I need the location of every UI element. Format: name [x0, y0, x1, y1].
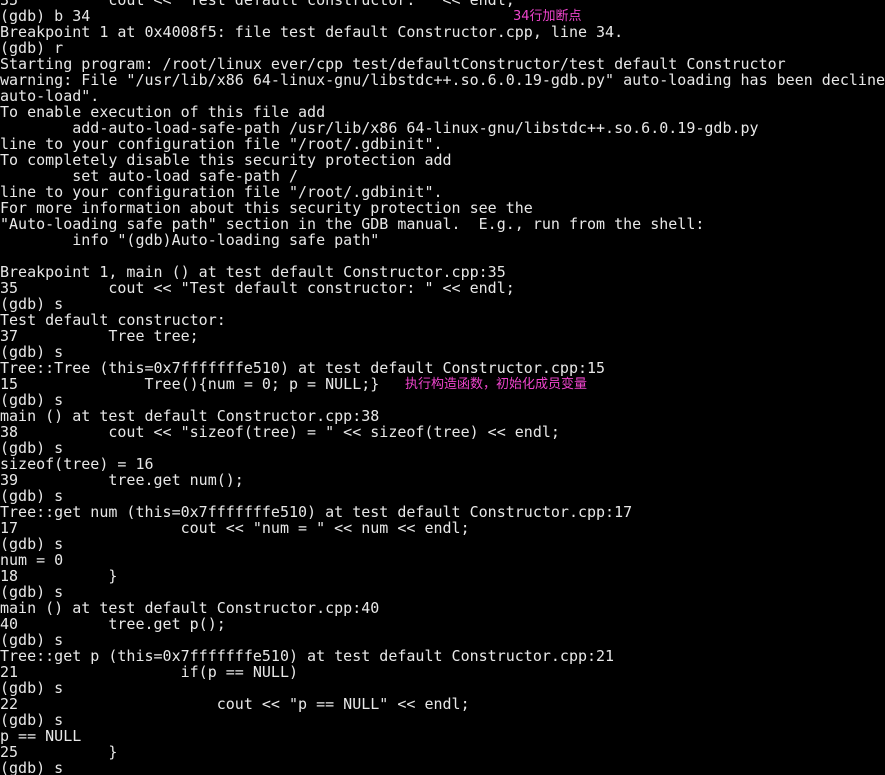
terminal-line: To enable execution of this file add	[0, 104, 326, 120]
terminal-line: (gdb) r	[0, 40, 64, 56]
terminal-line: (gdb) s	[0, 760, 64, 775]
terminal-line: (gdb) s	[0, 296, 64, 312]
terminal-line: auto-load".	[0, 88, 100, 104]
terminal-line: (gdb) s	[0, 392, 64, 408]
terminal-line: (gdb) s	[0, 344, 64, 360]
terminal-line: 37 Tree tree;	[0, 328, 199, 344]
terminal-line: add-auto-load-safe-path /usr/lib/x86_64-…	[0, 120, 759, 136]
terminal-line: 35 cout << "Test default constructor: " …	[0, 0, 885, 8]
terminal-line: (gdb) s	[0, 536, 64, 552]
terminal-line: 35 cout << "Test default constructor: " …	[0, 280, 515, 296]
annotation-breakpoint-note: 34行加断点	[513, 9, 582, 24]
terminal-line: To completely disable this security prot…	[0, 152, 452, 168]
terminal-line: Breakpoint 1 at 0x4008f5: file test_defa…	[0, 24, 624, 40]
terminal-line: For more information about this security…	[0, 200, 533, 216]
terminal-line: Tree::Tree (this=0x7fffffffe510) at test…	[0, 360, 606, 376]
terminal-line: p == NULL	[0, 728, 82, 744]
terminal-line: line to your configuration file "/root/.…	[0, 136, 443, 152]
terminal-line: (gdb) s	[0, 584, 64, 600]
terminal-line: Test default constructor:	[0, 312, 226, 328]
annotation-constructor-note: 执行构造函数，初始化成员变量	[405, 377, 588, 392]
terminal-line: 25 }	[0, 744, 118, 760]
terminal-line: num = 0	[0, 552, 64, 568]
terminal-line: Tree::get_num (this=0x7fffffffe510) at t…	[0, 504, 633, 520]
terminal-line: Breakpoint 1, main () at test_default_Co…	[0, 264, 506, 280]
terminal-line: Tree::get_p (this=0x7fffffffe510) at tes…	[0, 648, 615, 664]
terminal-line: (gdb) s	[0, 440, 64, 456]
terminal-line: (gdb) b 34	[0, 8, 91, 24]
terminal-line: set auto-load safe-path /	[0, 168, 299, 184]
terminal-line: (gdb) s	[0, 632, 64, 648]
terminal-line: 21 if(p == NULL)	[0, 664, 299, 680]
terminal-line: main () at test_default_Constructor.cpp:…	[0, 600, 380, 616]
terminal-line: 40 tree.get_p();	[0, 616, 226, 632]
terminal-line: 18 }	[0, 568, 118, 584]
terminal-line: sizeof(tree) = 16	[0, 456, 154, 472]
terminal-line: 22 cout << "p == NULL" << endl;	[0, 696, 470, 712]
terminal-line: Starting program: /root/linux_ever/cpp_t…	[0, 56, 786, 72]
terminal-line: info "(gdb)Auto-loading safe path"	[0, 232, 380, 248]
terminal-line: (gdb) s	[0, 680, 64, 696]
terminal-line: (gdb) s	[0, 488, 64, 504]
terminal-line: warning: File "/usr/lib/x86_64-linux-gnu…	[0, 72, 885, 88]
terminal-line: "Auto-loading safe path" section in the …	[0, 216, 705, 232]
terminal-line: (gdb) s	[0, 712, 64, 728]
terminal-window[interactable]: 35 cout << "Test default constructor: " …	[0, 0, 885, 775]
terminal-line: 17 cout << "num = " << num << endl;	[0, 520, 470, 536]
terminal-line: 38 cout << "sizeof(tree) = " << sizeof(t…	[0, 424, 560, 440]
terminal-line: line to your configuration file "/root/.…	[0, 184, 443, 200]
terminal-line: 39 tree.get_num();	[0, 472, 244, 488]
terminal-line: main () at test_default_Constructor.cpp:…	[0, 408, 380, 424]
